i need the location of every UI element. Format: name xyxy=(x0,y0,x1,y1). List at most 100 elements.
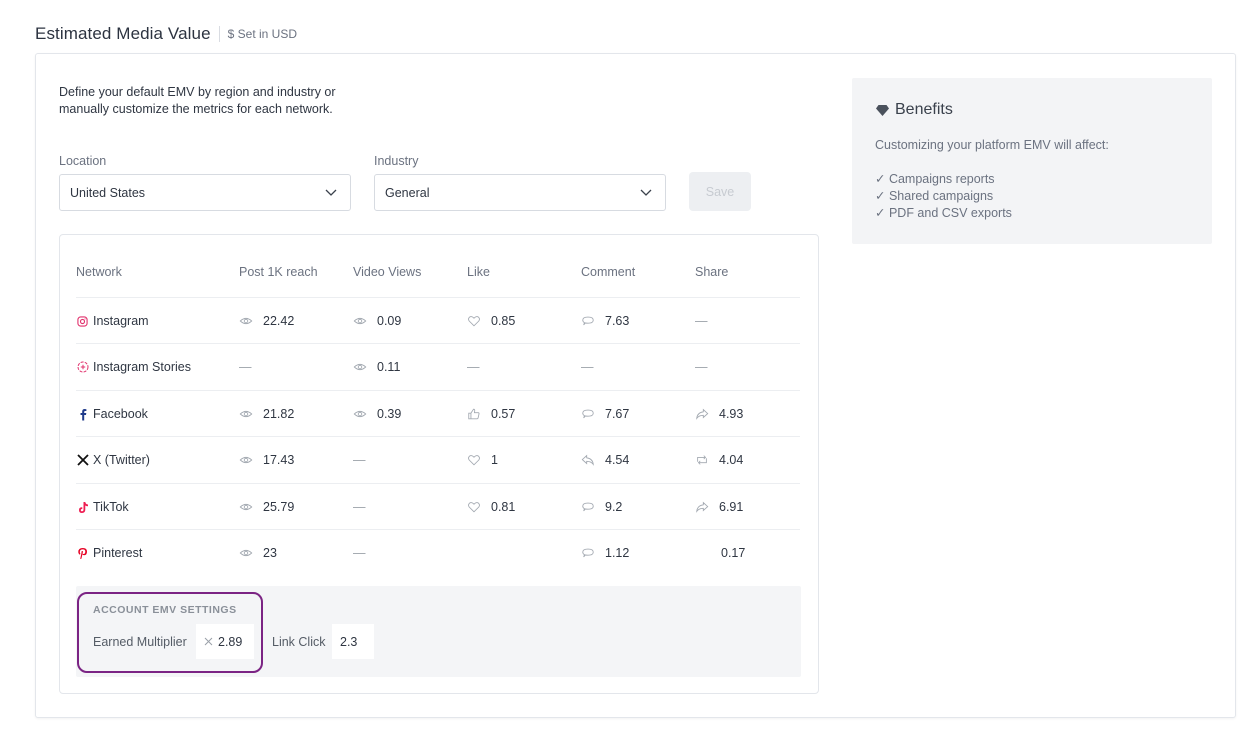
industry-select[interactable]: General xyxy=(374,174,666,211)
intro-text: Define your default EMV by region and in… xyxy=(59,85,336,116)
network-name: Instagram Stories xyxy=(93,360,191,374)
header-comment: Comment xyxy=(581,265,636,279)
share-value: 4.93 xyxy=(719,407,744,421)
benefit-item-text: Campaigns reports xyxy=(888,172,995,186)
video-value: — xyxy=(353,500,366,514)
header-share: Share xyxy=(695,265,729,279)
benefit-item-text: Shared campaigns xyxy=(888,189,994,203)
eye-icon xyxy=(353,363,367,371)
eye-icon xyxy=(239,317,253,325)
header-network: Network xyxy=(76,265,122,279)
header-divider xyxy=(218,26,220,42)
eye-icon xyxy=(239,549,253,557)
industry-value: General xyxy=(385,185,430,200)
like-value: 0.85 xyxy=(491,314,516,328)
x-icon xyxy=(76,454,89,467)
benefit-item: ✓ Shared campaigns xyxy=(875,189,994,203)
currency-note: $ Set in USD xyxy=(227,27,298,41)
like-value: — xyxy=(467,360,480,374)
comment-value: 7.63 xyxy=(605,314,630,328)
reach-value: 22.42 xyxy=(263,314,295,328)
video-value: — xyxy=(353,546,366,560)
like-value: 0.81 xyxy=(491,500,516,514)
share-value: 6.91 xyxy=(719,500,744,514)
share-value: — xyxy=(695,314,708,328)
header-like: Like xyxy=(467,265,490,279)
header-post-reach: Post 1K reach xyxy=(239,265,318,279)
table-row[interactable]: Facebook 21.82 0.39 0.57 7.67 4.93 xyxy=(76,390,800,436)
reach-value: 23 xyxy=(263,546,277,560)
comment-value: — xyxy=(581,360,594,374)
share-value: — xyxy=(695,360,708,374)
share-value: 0.17 xyxy=(721,546,746,560)
reach-value: 21.82 xyxy=(263,407,295,421)
share-arrow-icon xyxy=(696,501,709,513)
thumbs-up-icon xyxy=(468,408,480,420)
chevron-down-icon xyxy=(640,189,652,196)
benefit-item-text: PDF and CSV exports xyxy=(888,206,1012,220)
retweet-icon xyxy=(697,455,707,465)
facebook-icon xyxy=(76,408,89,421)
share-arrow-icon xyxy=(696,408,709,420)
reach-value: 17.43 xyxy=(263,453,295,467)
comment-value: 1.12 xyxy=(605,546,630,560)
table-row[interactable]: Instagram Stories — 0.11 — — — xyxy=(76,343,800,389)
reply-icon xyxy=(581,454,594,466)
header-video-views: Video Views xyxy=(353,265,422,279)
network-name: Facebook xyxy=(93,407,148,421)
heart-icon xyxy=(468,502,480,513)
like-value: 0.57 xyxy=(491,407,516,421)
reach-value: 25.79 xyxy=(263,500,295,514)
table-header: Network Post 1K reach Video Views Like C… xyxy=(76,265,800,285)
comment-value: 4.54 xyxy=(605,453,630,467)
eye-icon xyxy=(353,410,367,418)
video-value: 0.09 xyxy=(377,314,402,328)
chevron-down-icon xyxy=(325,189,337,196)
location-value: United States xyxy=(70,185,146,200)
link-click-input[interactable]: 2.3 xyxy=(332,624,374,659)
industry-label: Industry xyxy=(374,154,419,168)
video-value: — xyxy=(353,453,366,467)
page-title: Estimated Media Value xyxy=(35,24,211,43)
comment-value: 9.2 xyxy=(605,500,623,514)
eye-icon xyxy=(239,503,253,511)
network-name: Instagram xyxy=(93,314,149,328)
benefit-item: ✓ Campaigns reports xyxy=(875,172,995,186)
link-click-label: Link Click xyxy=(272,635,326,649)
link-click-value: 2.3 xyxy=(340,634,358,649)
table-row[interactable]: Pinterest 23 — 1.12 0.17 xyxy=(76,529,800,575)
eye-icon xyxy=(239,410,253,418)
reach-value: — xyxy=(239,360,252,374)
network-name: TikTok xyxy=(93,500,129,514)
video-value: 0.39 xyxy=(377,407,402,421)
share-value: 4.04 xyxy=(719,453,744,467)
eye-icon xyxy=(239,456,253,464)
save-button[interactable]: Save xyxy=(689,172,751,211)
table-row[interactable]: Instagram 22.42 0.09 0.85 7.63 — xyxy=(76,297,800,343)
benefits-title: Benefits xyxy=(875,101,953,119)
comment-value: 7.67 xyxy=(605,407,630,421)
comment-icon xyxy=(582,502,594,512)
video-value: 0.11 xyxy=(377,360,401,374)
comment-icon xyxy=(582,548,594,558)
instagram-icon xyxy=(76,315,89,328)
network-name: X (Twitter) xyxy=(93,453,150,467)
like-value: 1 xyxy=(491,453,498,467)
benefits-title-text: Benefits xyxy=(895,101,953,118)
pinterest-icon xyxy=(76,547,89,560)
network-name: Pinterest xyxy=(93,546,143,560)
table-row[interactable]: TikTok 25.79 — 0.81 9.2 6.91 xyxy=(76,483,800,529)
table-row[interactable]: X (Twitter) 17.43 — 1 4.54 4.04 xyxy=(76,436,800,482)
heart-icon xyxy=(468,455,480,466)
section-header: Estimated Media Value $ Set in USD xyxy=(35,24,297,44)
location-select[interactable]: United States xyxy=(59,174,351,211)
comment-icon xyxy=(582,409,594,419)
highlight-outline xyxy=(77,592,263,673)
tiktok-icon xyxy=(76,501,89,514)
benefits-list: ✓ Campaigns reports ✓ Shared campaigns ✓… xyxy=(875,171,1012,222)
benefit-item: ✓ PDF and CSV exports xyxy=(875,206,1012,220)
location-label: Location xyxy=(59,154,107,168)
diamond-icon xyxy=(876,104,889,116)
eye-icon xyxy=(353,317,367,325)
comment-icon xyxy=(582,316,594,326)
